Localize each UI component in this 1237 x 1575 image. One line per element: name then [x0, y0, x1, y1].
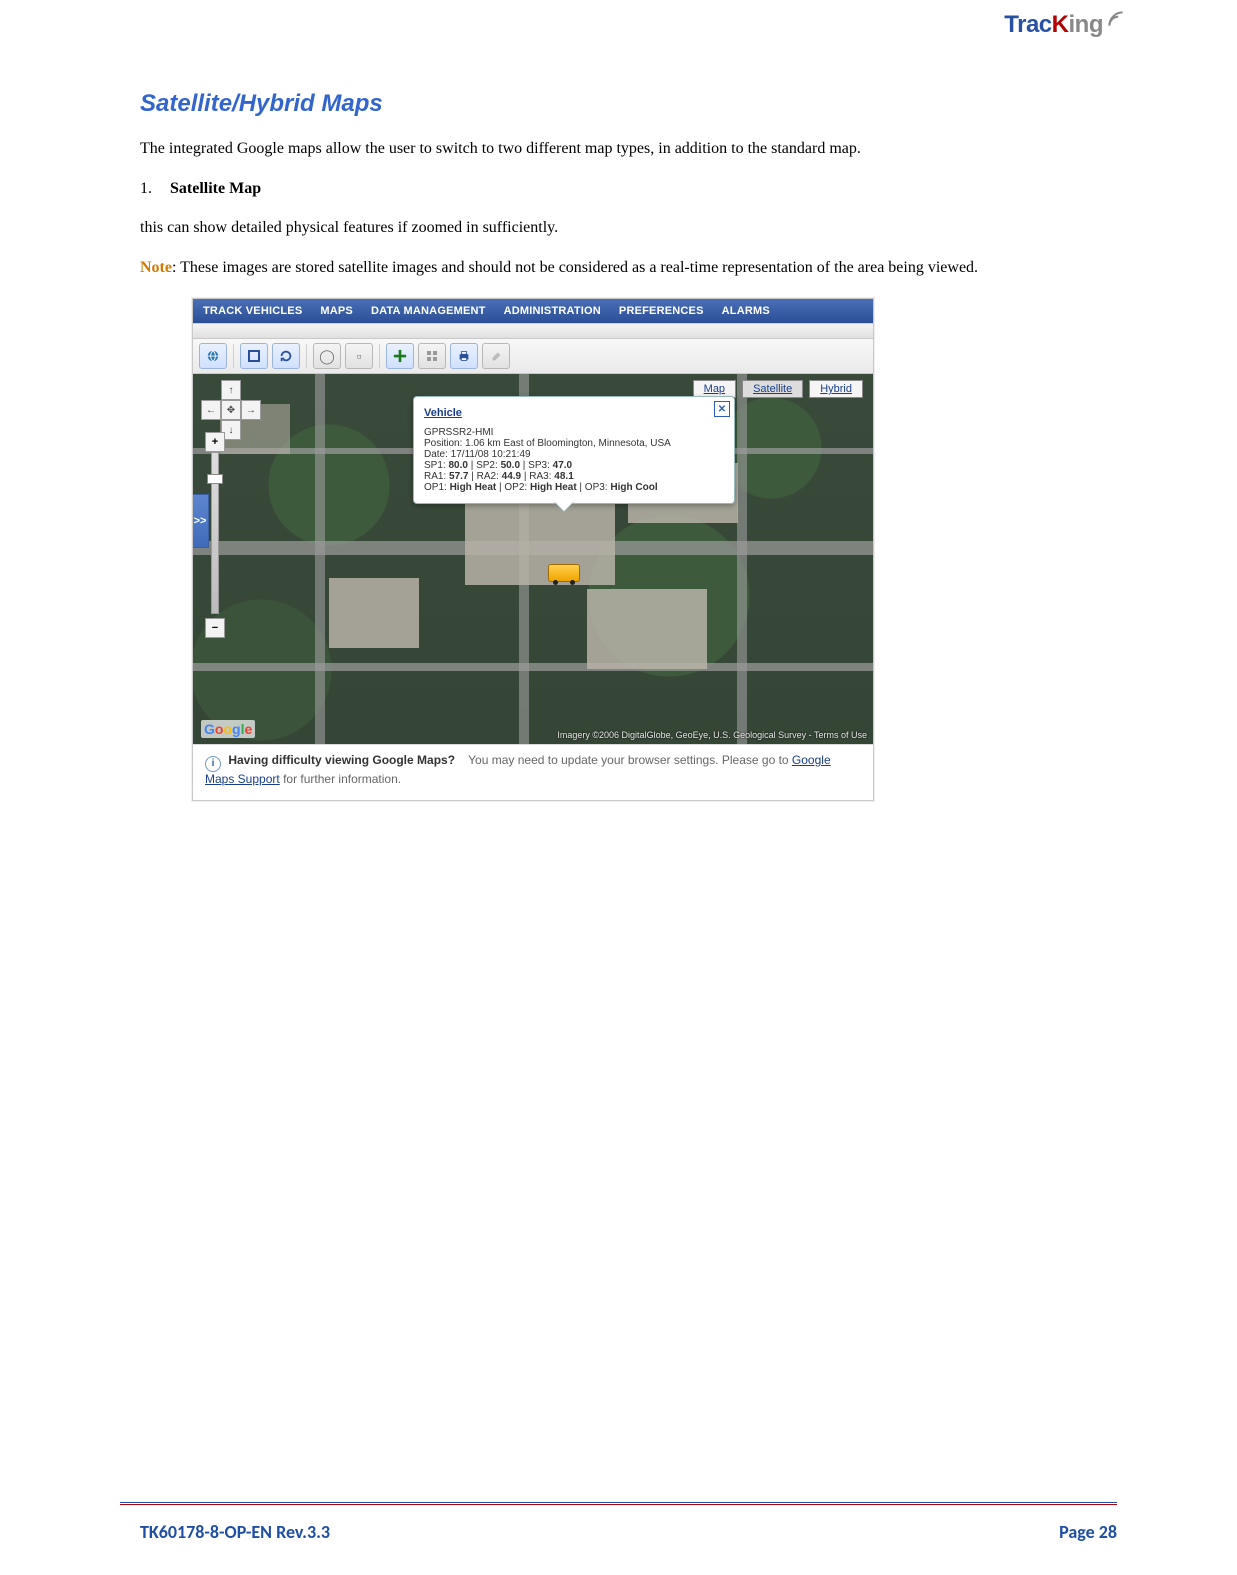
vehicle-info-popup: ✕ Vehicle GPRSSR2-HMI Position: 1.06 km …	[413, 396, 735, 504]
footer-doc-id: TK60178-8-OP-EN Rev.3.3	[140, 1521, 330, 1543]
menu-alarms[interactable]: ALARMS	[722, 305, 770, 317]
intro-text: The integrated Google maps allow the use…	[140, 138, 1117, 160]
zoom-slider-handle[interactable]	[207, 474, 223, 484]
list-item-1-note: Note: These images are stored satellite …	[140, 257, 1117, 279]
list-item-1-desc: this can show detailed physical features…	[140, 217, 1117, 239]
google-logo: Google	[201, 720, 255, 738]
maptype-hybrid[interactable]: Hybrid	[809, 380, 863, 398]
disabled-tool-1-icon[interactable]: ◯	[313, 343, 341, 369]
grid-icon[interactable]	[418, 343, 446, 369]
section-heading: Satellite/Hybrid Maps	[140, 90, 1117, 118]
help-question: Having difficulty viewing Google Maps?	[228, 753, 455, 767]
signal-icon	[1105, 9, 1127, 36]
app-menubar: TRACK VEHICLES MAPS DATA MANAGEMENT ADMI…	[193, 299, 873, 323]
pan-up-button[interactable]: ↑	[221, 380, 241, 400]
refresh-icon[interactable]	[272, 343, 300, 369]
popup-close-icon[interactable]: ✕	[714, 401, 730, 417]
zoom-in-button[interactable]: +	[205, 432, 225, 452]
brand-logo: TracKing	[1004, 10, 1127, 39]
help-text-2: for further information.	[283, 772, 401, 786]
pan-left-button[interactable]: ←	[201, 400, 221, 420]
vehicle-marker-icon[interactable]	[548, 564, 580, 582]
brand-part-k: K	[1052, 11, 1069, 38]
menu-preferences[interactable]: PREFERENCES	[619, 305, 704, 317]
disabled-tool-2-icon[interactable]: ▫	[345, 343, 373, 369]
popup-title: Vehicle	[424, 407, 724, 419]
fit-all-icon[interactable]	[240, 343, 268, 369]
footer-page-label: Page	[1059, 1521, 1099, 1543]
popup-position: Position: 1.06 km East of Bloomington, M…	[424, 438, 724, 449]
footer-rule	[120, 1502, 1117, 1505]
pan-center-button[interactable]: ✥	[221, 400, 241, 420]
brand-part-trac: Trac	[1004, 11, 1051, 38]
help-text-1: You may need to update your browser sett…	[468, 753, 792, 767]
footer-page-number: 28	[1099, 1521, 1117, 1543]
globe-icon[interactable]	[199, 343, 227, 369]
page-footer: TK60178-8-OP-EN Rev.3.3 Page 28	[140, 1521, 1117, 1543]
imagery-attribution: Imagery ©2006 DigitalGlobe, GeoEye, U.S.…	[557, 730, 867, 740]
pan-right-button[interactable]: →	[241, 400, 261, 420]
footer-page: Page 28	[1059, 1521, 1117, 1543]
maps-help-strip: i Having difficulty viewing Google Maps?…	[193, 744, 873, 800]
popup-op-row: OP1: High Heat | OP2: High Heat | OP3: H…	[424, 482, 724, 493]
list-title: Satellite Map	[170, 180, 261, 197]
menu-administration[interactable]: ADMINISTRATION	[504, 305, 601, 317]
note-label: Note	[140, 259, 172, 276]
list-item-1: 1. Satellite Map	[140, 178, 1117, 200]
expand-left-panel[interactable]: >>	[193, 494, 209, 548]
app-screenshot: TRACK VEHICLES MAPS DATA MANAGEMENT ADMI…	[192, 298, 874, 801]
maptype-satellite[interactable]: Satellite	[742, 380, 803, 398]
erase-icon[interactable]	[482, 343, 510, 369]
popup-date: Date: 17/11/08 10:21:49	[424, 449, 724, 460]
print-icon[interactable]	[450, 343, 478, 369]
info-icon: i	[205, 756, 221, 772]
popup-vehicle-id: GPRSSR2-HMI	[424, 427, 724, 438]
zoom-out-button[interactable]: −	[205, 618, 225, 638]
brand-part-ing: ing	[1069, 11, 1104, 38]
toolbar: ◯ ▫	[193, 339, 873, 374]
note-text: : These images are stored satellite imag…	[172, 259, 978, 276]
center-icon[interactable]	[386, 343, 414, 369]
toolbar-upper-strip	[193, 323, 873, 339]
menu-maps[interactable]: MAPS	[320, 305, 353, 317]
map-canvas[interactable]: >> ↑ ← ✥ → ↓ + − Map Satellite	[193, 374, 873, 744]
popup-sp-row: SP1: 80.0 | SP2: 50.0 | SP3: 47.0	[424, 460, 724, 471]
pan-control: ↑ ← ✥ → ↓	[201, 380, 261, 440]
menu-track-vehicles[interactable]: TRACK VEHICLES	[203, 305, 302, 317]
menu-data-management[interactable]: DATA MANAGEMENT	[371, 305, 486, 317]
list-number: 1.	[140, 178, 166, 200]
popup-ra-row: RA1: 57.7 | RA2: 44.9 | RA3: 48.1	[424, 471, 724, 482]
